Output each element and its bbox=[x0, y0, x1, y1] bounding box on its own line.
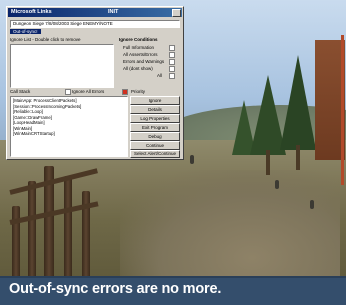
out-of-sync-dialog: Microsoft Links INIT Dungeon Siege 7/8/0… bbox=[6, 6, 184, 160]
flag-pole bbox=[341, 35, 344, 185]
fence-post bbox=[64, 176, 72, 276]
path-field: Dungeon Siege 7/8/08/2003 Siege ENEMY/NO… bbox=[10, 20, 180, 28]
exit-program-button[interactable]: Exit Program bbox=[130, 123, 180, 132]
unit-figure bbox=[190, 155, 194, 164]
call-stack-label: Call Stack bbox=[10, 89, 31, 94]
option-label: Full Information bbox=[123, 45, 155, 50]
option-label: All Asserts/Errors bbox=[123, 52, 158, 57]
ignore-list-label: Ignore List - Double click to remove bbox=[10, 37, 81, 42]
dialog-title: Microsoft Links bbox=[11, 9, 52, 15]
select-alert-continue-button[interactable]: Select Alert/Continue bbox=[130, 150, 180, 158]
unit-figure bbox=[275, 180, 279, 189]
option-all-label: All bbox=[157, 73, 163, 78]
caption-divider bbox=[0, 276, 346, 278]
option-label: All (dont show) bbox=[123, 66, 153, 71]
ignore-list[interactable] bbox=[10, 44, 114, 88]
details-button[interactable]: Details bbox=[130, 105, 180, 114]
option-checkbox[interactable] bbox=[169, 59, 175, 65]
priority-indicator bbox=[122, 89, 128, 95]
caption-bar: Out-of-sync errors are no more. bbox=[0, 276, 346, 305]
status-label: Out-of-sync! bbox=[10, 29, 41, 34]
ignore-all-checkbox[interactable] bbox=[65, 89, 71, 95]
pine-tree-tall bbox=[280, 55, 316, 150]
tree-trunk bbox=[296, 145, 300, 170]
option-checkbox[interactable] bbox=[169, 66, 175, 72]
dialog-titlebar: Microsoft Links INIT bbox=[8, 8, 182, 17]
log-properties-button[interactable]: Log Properties bbox=[130, 114, 180, 123]
ignore-conditions-label: Ignore Conditions bbox=[119, 37, 158, 42]
continue-button[interactable]: Continue bbox=[130, 141, 180, 150]
call-stack-entry[interactable]: [WinMainCRTStartup] bbox=[13, 131, 125, 137]
unit-figure bbox=[310, 200, 314, 209]
caption-text: Out-of-sync errors are no more. bbox=[9, 281, 222, 297]
dialog-title-extra: INIT bbox=[108, 9, 119, 15]
close-icon[interactable] bbox=[172, 9, 181, 17]
tree-trunk bbox=[266, 150, 270, 175]
option-all-checkbox[interactable] bbox=[169, 73, 175, 79]
call-stack-list[interactable]: [MainApp: ProcessClientPackets] [Session… bbox=[10, 96, 128, 157]
option-checkbox[interactable] bbox=[169, 45, 175, 51]
ignore-all-label: Ignore All Errors bbox=[72, 89, 105, 94]
fence-post bbox=[28, 181, 36, 276]
dirt-road bbox=[120, 170, 340, 276]
ignore-button[interactable]: Ignore bbox=[130, 96, 180, 105]
fence-post bbox=[12, 206, 20, 276]
wooden-fence bbox=[0, 150, 120, 276]
option-label: Errors and Warnings bbox=[123, 59, 165, 64]
priority-label: Priority bbox=[131, 89, 146, 94]
option-checkbox[interactable] bbox=[169, 52, 175, 58]
debug-button[interactable]: Debug bbox=[130, 132, 180, 141]
